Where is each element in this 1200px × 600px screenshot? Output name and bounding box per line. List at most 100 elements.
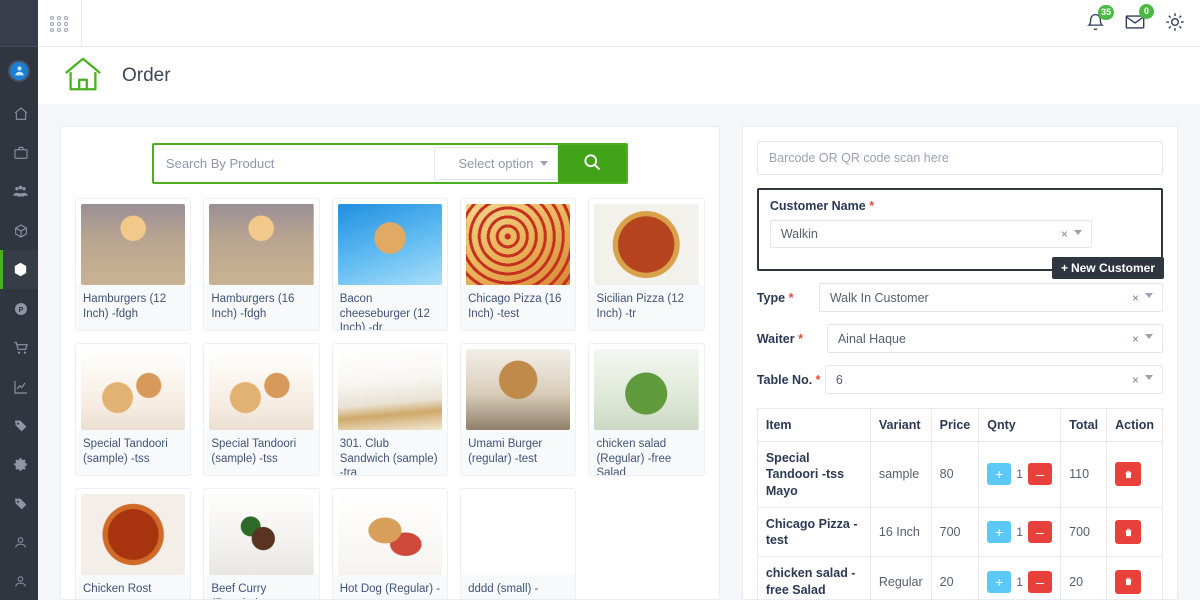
order-pos-page: P 35 0 Order Search By Product Select op…: [0, 0, 1200, 600]
briefcase-icon: [13, 145, 29, 161]
waiter-select[interactable]: Ainal Haque ×: [826, 324, 1163, 353]
clear-icon[interactable]: ×: [1126, 332, 1145, 346]
product-name: Bacon cheeseburger (12 Inch) -dr: [332, 285, 448, 330]
type-value: Walk In Customer: [829, 290, 929, 305]
delete-item-button[interactable]: [1115, 462, 1142, 487]
customer-name-select[interactable]: Walkin ×: [769, 220, 1092, 248]
sidebar-item-hexagon[interactable]: [0, 250, 38, 289]
decrease-qty-button[interactable]: –: [1027, 463, 1052, 486]
order-item-qty-cell: +1–: [978, 506, 1062, 558]
required-asterisk: *: [798, 331, 803, 346]
product-name: 301. Club Sandwich (sample) -tra: [332, 430, 448, 475]
product-card[interactable]: Hot Dog (Regular) -: [331, 488, 449, 599]
product-card[interactable]: Special Tandoori (sample) -tss: [203, 343, 320, 476]
order-item-name: chicken salad -free Salad: [756, 556, 871, 600]
sidebar-item-briefcase[interactable]: [0, 133, 38, 172]
clear-icon[interactable]: ×: [1126, 373, 1145, 387]
apps-grid-icon: [50, 15, 69, 32]
sidebar-item-settings[interactable]: [0, 445, 38, 484]
page-header: Order: [38, 47, 1200, 104]
sidebar-item-users[interactable]: [0, 172, 38, 211]
product-image: [209, 494, 314, 575]
order-item-variant: Regular: [869, 556, 932, 600]
product-name: Hot Dog (Regular) -: [332, 575, 448, 599]
product-image: [466, 349, 571, 430]
customer-name-box: Customer Name * Walkin × + New Customer: [756, 188, 1164, 279]
clear-icon[interactable]: ×: [1126, 291, 1145, 305]
order-item-name: Special Tandoori -tss Mayo: [756, 441, 871, 508]
table-header-row: Item Variant Price Qnty Total Action: [756, 408, 1163, 442]
product-card[interactable]: Chicago Pizza (16 Inch) -test: [460, 198, 577, 331]
order-item-price: 700: [930, 506, 980, 558]
product-card[interactable]: 301. Club Sandwich (sample) -tra: [331, 343, 449, 476]
table-no-label: Table No. *: [757, 373, 825, 387]
product-card[interactable]: Hamburgers (16 Inch) -fdgh: [203, 198, 320, 331]
increase-qty-button[interactable]: +: [987, 463, 1012, 486]
plus-icon: +: [1060, 261, 1068, 275]
table-no-select[interactable]: 6 ×: [824, 365, 1163, 394]
barcode-input[interactable]: [756, 141, 1163, 175]
order-item-action-cell: [1106, 556, 1163, 600]
messages-button[interactable]: 0: [1124, 4, 1154, 36]
product-card[interactable]: Sicilian Pizza (12 Inch) -tr: [588, 198, 705, 331]
product-image: [337, 349, 443, 430]
product-card[interactable]: dddd (small) -: [460, 488, 577, 599]
settings-button[interactable]: [1164, 11, 1186, 36]
sidebar-item-parking[interactable]: P: [0, 289, 38, 328]
order-item-total: 110: [1060, 441, 1108, 508]
sidebar-item-box[interactable]: [0, 211, 38, 250]
product-card[interactable]: Chicken Rost: [75, 488, 192, 599]
search-input[interactable]: [153, 145, 434, 182]
delete-item-button[interactable]: [1115, 569, 1142, 594]
product-name: dddd (small) -: [461, 575, 576, 599]
customer-name-label-text: Customer Name: [769, 199, 866, 213]
order-item-qty-cell: +1–: [978, 441, 1062, 508]
product-card[interactable]: Bacon cheeseburger (12 Inch) -dr: [331, 198, 449, 331]
product-card[interactable]: Hamburgers (12 Inch) -fdgh: [75, 198, 192, 331]
product-card[interactable]: Beef Curry (Regular) -: [203, 488, 320, 599]
decrease-qty-button[interactable]: –: [1027, 570, 1052, 593]
sidebar-top-spacer: [0, 0, 38, 47]
order-item-variant: sample: [869, 441, 932, 508]
message-badge: 0: [1139, 4, 1154, 19]
search-category-select[interactable]: Select option: [433, 147, 558, 180]
sidebar-avatar[interactable]: [0, 47, 38, 94]
type-select[interactable]: Walk In Customer ×: [818, 283, 1163, 312]
decrease-qty-button[interactable]: –: [1027, 521, 1052, 543]
sidebar-item-user[interactable]: [0, 523, 38, 562]
increase-qty-button[interactable]: +: [987, 521, 1012, 543]
new-customer-button[interactable]: + New Customer: [1051, 257, 1164, 279]
product-card[interactable]: Special Tandoori (sample) -tss: [75, 343, 192, 476]
waiter-field-row: Waiter * Ainal Haque ×: [757, 324, 1163, 353]
content-area: Select option Hamburgers (12 Inch) -fdgh…: [38, 104, 1200, 600]
sidebar-item-chart[interactable]: [0, 367, 38, 406]
sidebar-item-tags-2[interactable]: [0, 484, 38, 523]
shopping-cart-icon: [13, 340, 29, 356]
product-card[interactable]: Umami Burger (regular) -test: [460, 343, 577, 476]
sidebar-item-home[interactable]: [0, 94, 38, 133]
notifications-button[interactable]: 35: [1085, 4, 1114, 36]
required-asterisk: *: [869, 199, 875, 213]
product-name: Sicilian Pizza (12 Inch) -tr: [589, 285, 704, 330]
product-name: Special Tandoori (sample) -tss: [204, 430, 319, 475]
apps-grid-button[interactable]: [38, 0, 82, 47]
sidebar-item-user-2[interactable]: [0, 562, 38, 600]
increase-qty-button[interactable]: +: [987, 570, 1012, 593]
circle-p-icon: P: [13, 301, 29, 317]
order-item-qty-cell: +1–: [978, 556, 1062, 600]
delete-item-button[interactable]: [1115, 520, 1142, 544]
product-card[interactable]: chicken salad (Regular) -free Salad: [588, 343, 705, 476]
chevron-down-icon: [1145, 375, 1153, 380]
clear-icon[interactable]: ×: [1055, 227, 1074, 241]
notification-badge: 35: [1097, 4, 1114, 20]
svg-text:P: P: [18, 305, 23, 314]
sidebar-item-tags[interactable]: [0, 406, 38, 445]
sidebar-item-cart[interactable]: [0, 328, 38, 367]
order-panel: Customer Name * Walkin × + New Customer …: [741, 126, 1178, 600]
qty-value: 1: [1016, 525, 1023, 539]
product-image: [209, 204, 314, 285]
gear-icon: [13, 457, 28, 472]
type-label-text: Type: [756, 290, 786, 305]
order-item-price: 80: [930, 441, 980, 508]
search-submit-button[interactable]: [557, 145, 626, 182]
